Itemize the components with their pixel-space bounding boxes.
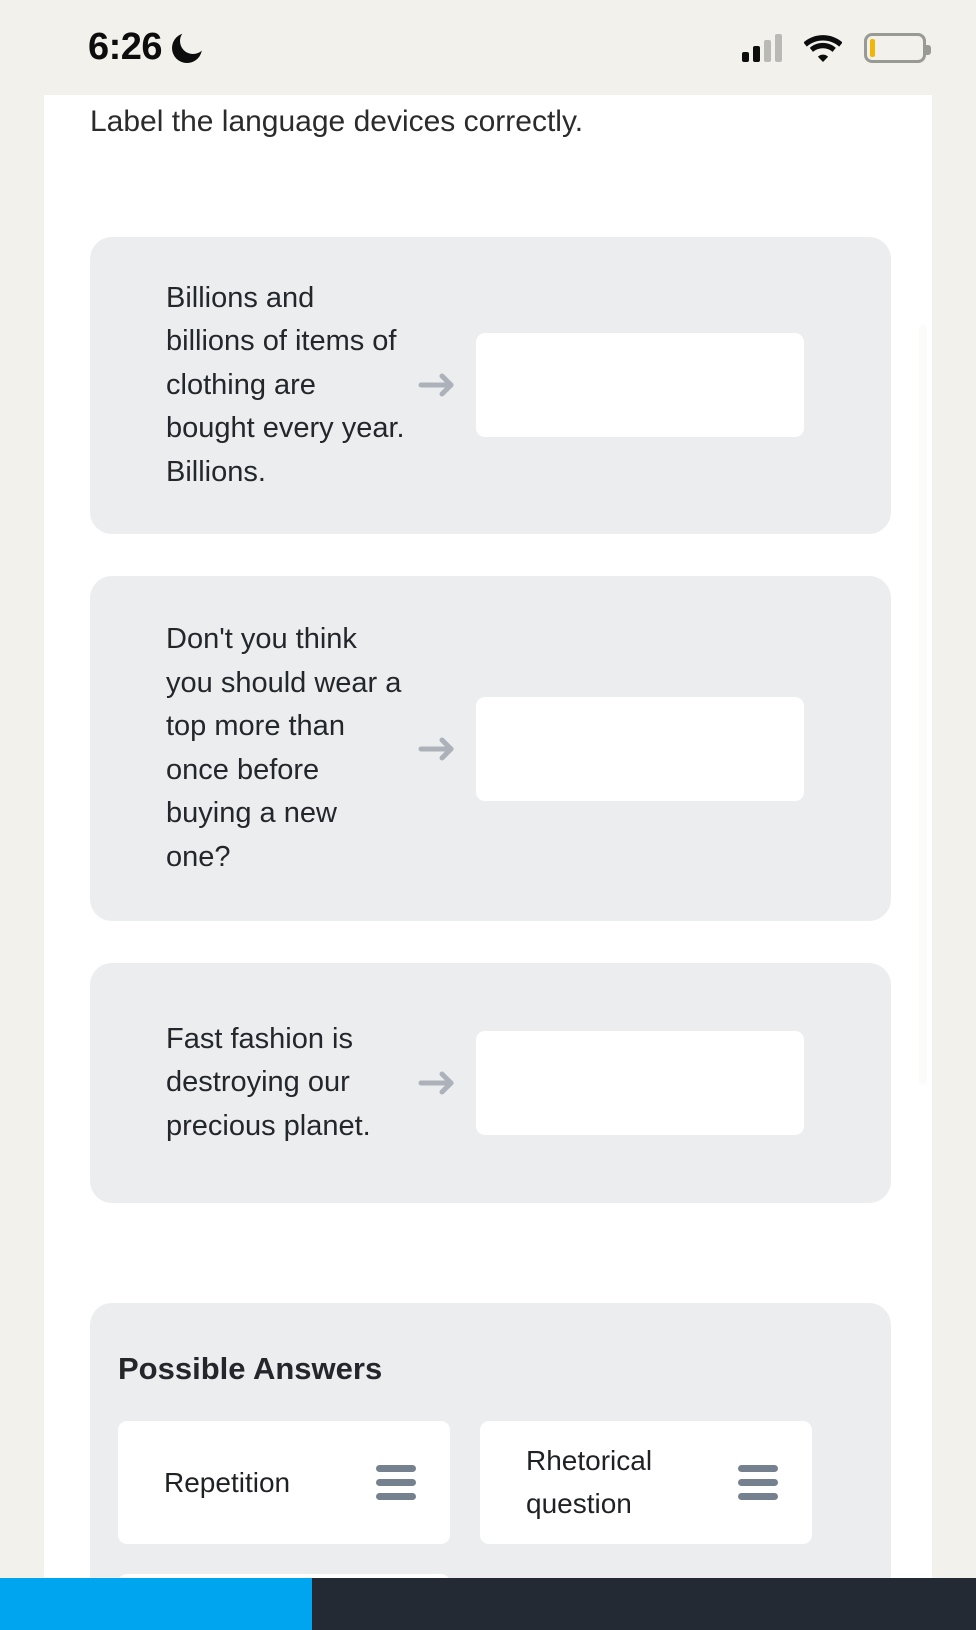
bottom-progress-bar bbox=[0, 1578, 976, 1630]
drag-handle-icon[interactable] bbox=[738, 1464, 778, 1500]
possible-answers-panel: Possible Answers Repetition Rhetorical q… bbox=[90, 1303, 891, 1578]
possible-answers-heading: Possible Answers bbox=[118, 1351, 383, 1386]
battery-fill bbox=[870, 38, 875, 57]
task-prompt-text: Fast fashion is destroying our precious … bbox=[166, 1022, 371, 1142]
possible-answers-list: Repetition Rhetorical question Emotive l… bbox=[118, 1421, 851, 1578]
crescent-moon-icon bbox=[172, 27, 207, 64]
task-card: Don't you think you should wear a top mo… bbox=[90, 576, 891, 921]
status-bar-left: 6:26 bbox=[88, 26, 207, 69]
task-prompt-text: Billions and billions of items of clothi… bbox=[166, 281, 405, 488]
answer-option-chip[interactable]: Rhetorical question bbox=[480, 1421, 812, 1544]
answer-option-chip[interactable]: Repetition bbox=[118, 1421, 450, 1544]
cellular-signal-icon bbox=[742, 33, 782, 62]
answer-drop-zone[interactable] bbox=[476, 1031, 804, 1135]
status-bar-right bbox=[742, 32, 931, 63]
arrow-right-icon bbox=[410, 371, 466, 399]
answer-option-label: Repetition bbox=[164, 1466, 291, 1498]
drag-handle-icon[interactable] bbox=[376, 1464, 416, 1500]
task-prompt-text: Don't you think you should wear a top mo… bbox=[166, 623, 402, 873]
vertical-scrollbar[interactable] bbox=[919, 325, 927, 1505]
page-title: Label the language devices correctly. bbox=[90, 105, 584, 138]
answer-drop-zone[interactable] bbox=[476, 696, 804, 801]
task-card: Fast fashion is destroying our precious … bbox=[90, 963, 891, 1203]
status-bar: 6:26 bbox=[0, 0, 976, 95]
task-card: Billions and billions of items of clothi… bbox=[90, 236, 891, 534]
status-bar-clock: 6:26 bbox=[88, 26, 163, 68]
arrow-right-icon bbox=[410, 735, 466, 763]
progress-fill bbox=[0, 1578, 313, 1630]
lesson-page: Label the language devices correctly. Bi… bbox=[44, 95, 932, 1578]
arrow-right-icon bbox=[410, 1069, 466, 1097]
answer-drop-zone[interactable] bbox=[476, 333, 804, 438]
answer-option-label: Rhetorical question bbox=[526, 1445, 653, 1520]
battery-low-icon bbox=[864, 32, 931, 63]
task-card-list: Billions and billions of items of clothi… bbox=[44, 236, 932, 1203]
scrollbar-thumb[interactable] bbox=[919, 325, 927, 1085]
wifi-icon bbox=[803, 34, 843, 62]
